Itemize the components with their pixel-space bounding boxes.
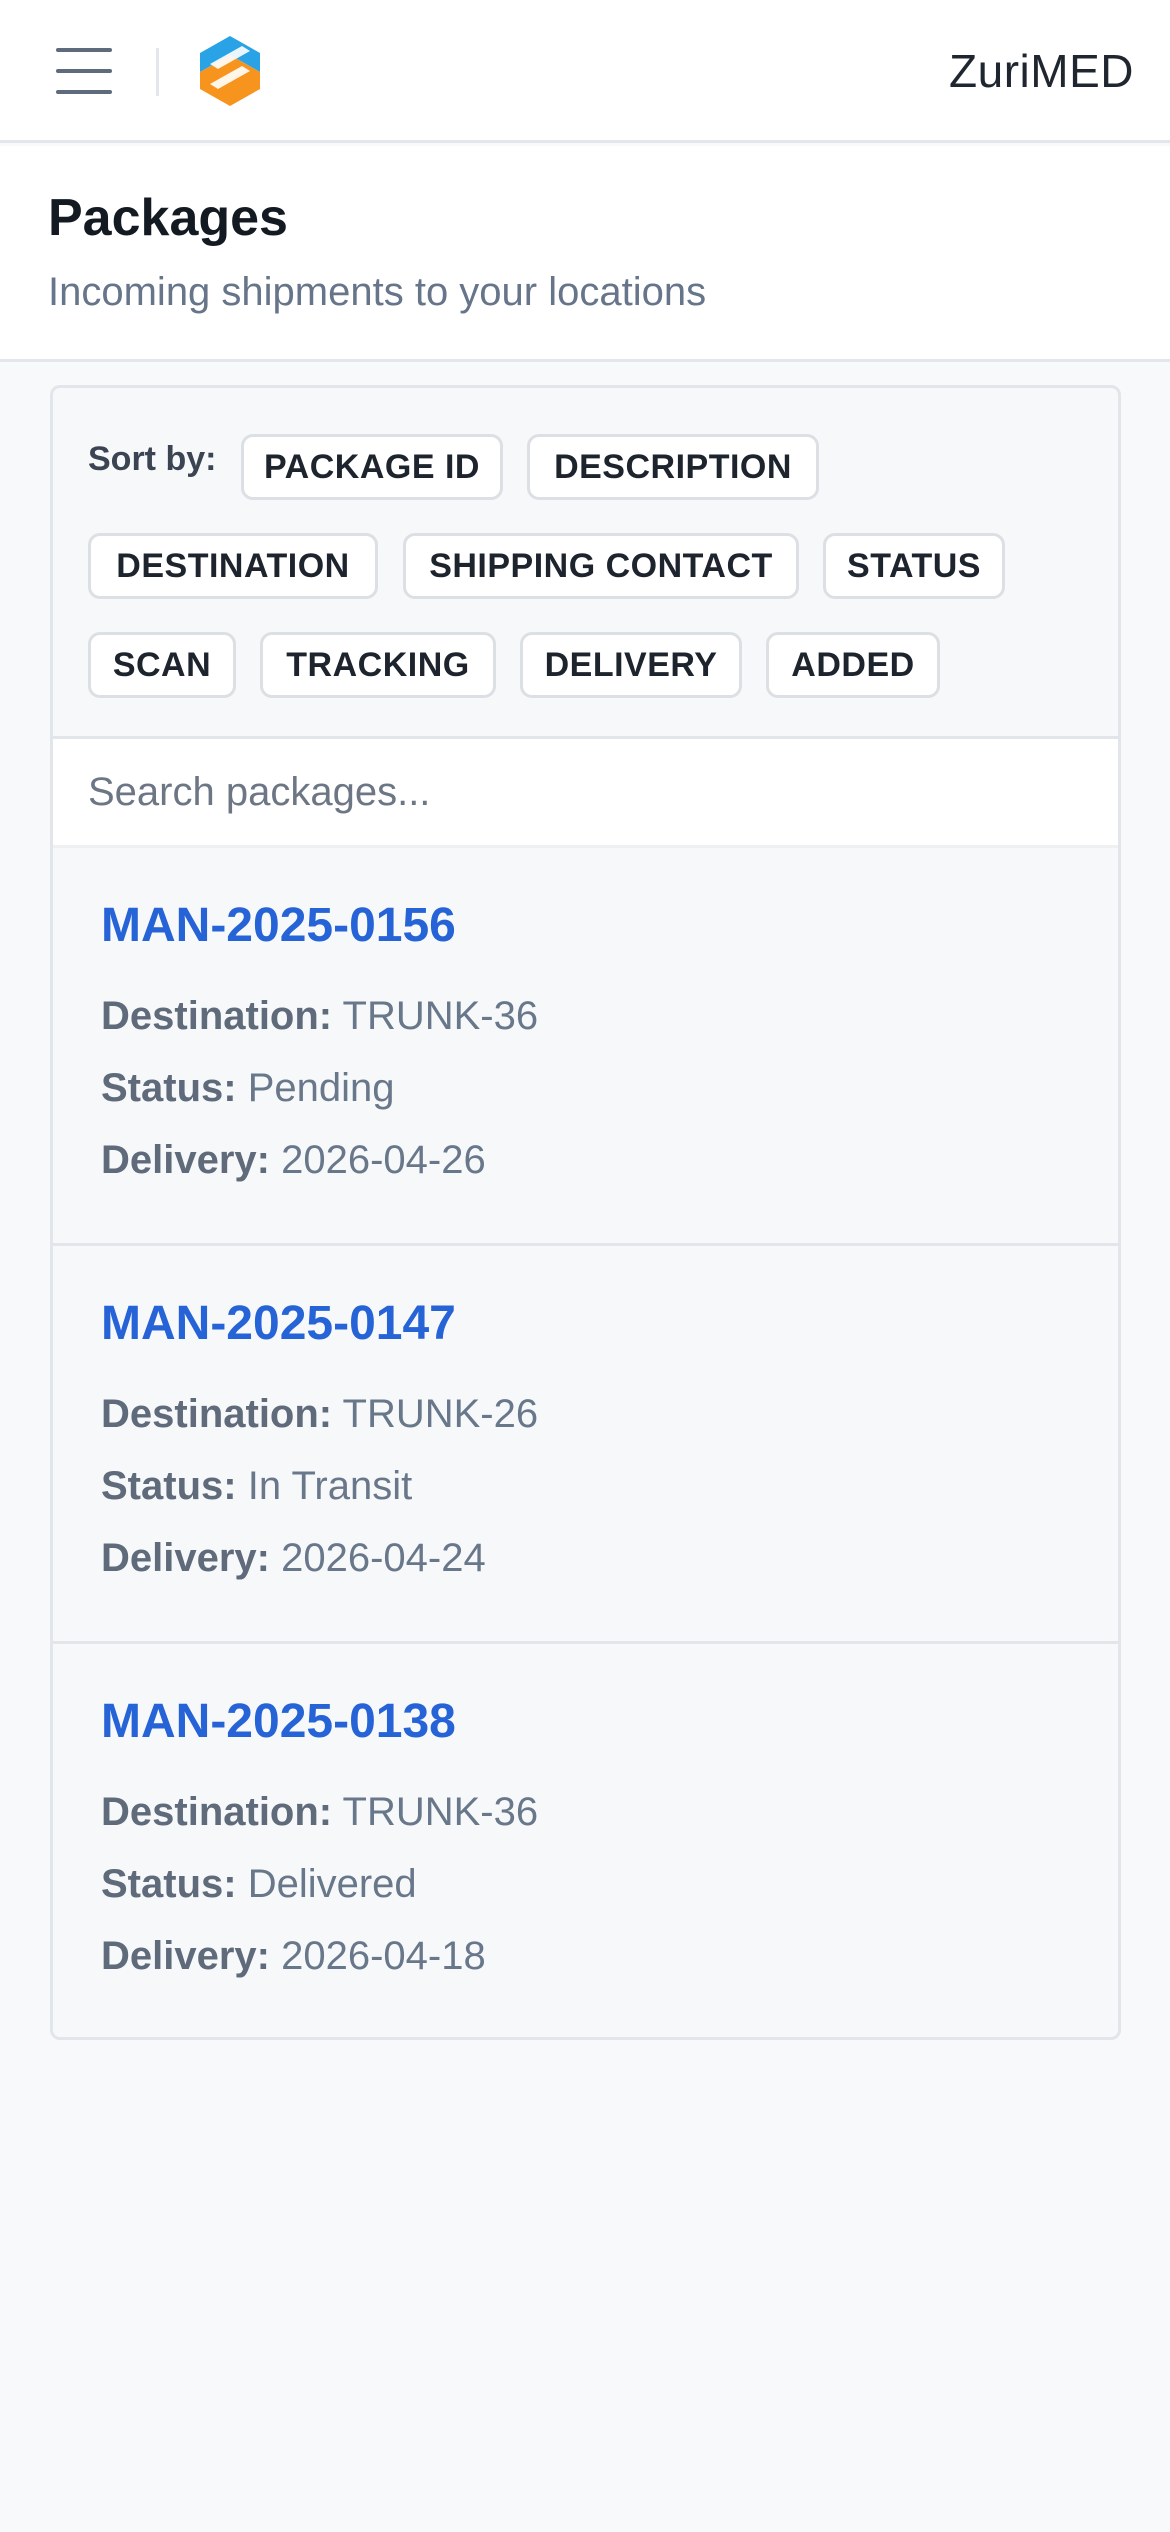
page-title: Packages	[48, 189, 288, 247]
delivery-label: Delivery:	[101, 1536, 270, 1580]
package-card: MAN-2025-0147 Destination: TRUNK-26 Stat…	[53, 1246, 1118, 1644]
delivery-label: Delivery:	[101, 1138, 270, 1182]
page-subtitle: Incoming shipments to your locations	[48, 270, 707, 314]
destination-label: Destination:	[101, 994, 333, 1038]
header-divider	[156, 48, 159, 96]
sort-chip-tracking[interactable]: TRACKING	[260, 632, 496, 698]
package-destination: Destination: TRUNK-36	[101, 1790, 538, 1835]
sort-chip-shipping-contact[interactable]: SHIPPING CONTACT	[403, 533, 799, 599]
sort-chip-scan[interactable]: SCAN	[88, 632, 236, 698]
brand-name: ZuriMED	[949, 45, 1134, 97]
status-label: Status:	[101, 1464, 237, 1508]
status-label: Status:	[101, 1862, 237, 1906]
hamburger-menu-icon[interactable]	[56, 46, 112, 96]
top-bar: ZuriMED	[0, 0, 1170, 143]
status-value: Pending	[247, 1066, 395, 1110]
destination-value: TRUNK-36	[342, 994, 539, 1038]
package-status: Status: Pending	[101, 1066, 395, 1111]
search-input[interactable]	[53, 736, 1118, 848]
delivery-label: Delivery:	[101, 1934, 270, 1978]
sort-chip-package-id[interactable]: PACKAGE ID	[241, 434, 503, 500]
status-value: Delivered	[247, 1862, 417, 1906]
sort-bar: Sort by: PACKAGE ID DESCRIPTION DESTINAT…	[53, 388, 1118, 736]
sort-chip-delivery[interactable]: DELIVERY	[520, 632, 742, 698]
sort-chip-destination[interactable]: DESTINATION	[88, 533, 378, 599]
page-header: Packages Incoming shipments to your loca…	[0, 146, 1170, 362]
status-value: In Transit	[247, 1464, 413, 1508]
destination-label: Destination:	[101, 1790, 333, 1834]
package-destination: Destination: TRUNK-26	[101, 1392, 538, 1437]
sort-label: Sort by:	[88, 440, 217, 478]
sort-chip-description[interactable]: DESCRIPTION	[527, 434, 819, 500]
package-delivery: Delivery: 2026-04-18	[101, 1934, 486, 1979]
package-delivery: Delivery: 2026-04-26	[101, 1138, 486, 1183]
zurimed-logo-icon[interactable]	[196, 34, 264, 108]
package-id-link[interactable]: MAN-2025-0147	[101, 1296, 456, 1351]
package-id-link[interactable]: MAN-2025-0156	[101, 898, 456, 953]
package-delivery: Delivery: 2026-04-24	[101, 1536, 486, 1581]
sort-chip-added[interactable]: ADDED	[766, 632, 940, 698]
package-destination: Destination: TRUNK-36	[101, 994, 538, 1039]
package-id-link[interactable]: MAN-2025-0138	[101, 1694, 456, 1749]
delivery-value: 2026-04-18	[281, 1934, 486, 1978]
package-card: MAN-2025-0138 Destination: TRUNK-36 Stat…	[53, 1644, 1118, 2037]
package-status: Status: In Transit	[101, 1464, 412, 1509]
package-card: MAN-2025-0156 Destination: TRUNK-36 Stat…	[53, 848, 1118, 1246]
destination-value: TRUNK-26	[342, 1392, 539, 1436]
delivery-value: 2026-04-26	[281, 1138, 486, 1182]
destination-label: Destination:	[101, 1392, 333, 1436]
packages-panel: Sort by: PACKAGE ID DESCRIPTION DESTINAT…	[50, 385, 1121, 2040]
sort-chip-status[interactable]: STATUS	[823, 533, 1005, 599]
package-status: Status: Delivered	[101, 1862, 417, 1907]
delivery-value: 2026-04-24	[281, 1536, 486, 1580]
destination-value: TRUNK-36	[342, 1790, 539, 1834]
status-label: Status:	[101, 1066, 237, 1110]
